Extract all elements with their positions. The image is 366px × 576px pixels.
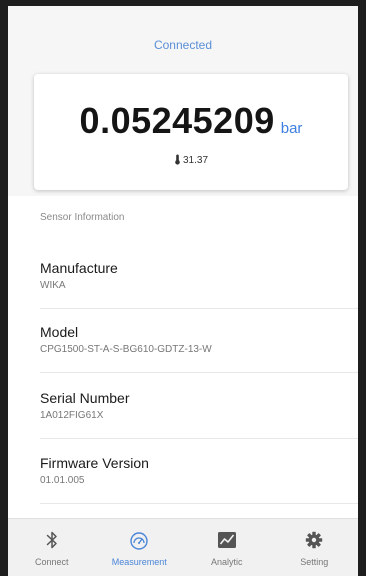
gauge-icon — [130, 532, 148, 550]
nav-label: Setting — [300, 557, 329, 567]
reading-display: 0.05245209 bar — [34, 100, 348, 142]
connection-status: Connected — [153, 38, 213, 52]
temperature-value: 31.37 — [182, 155, 209, 166]
info-row-firmware-version: Firmware Version 01.01.005 — [40, 441, 358, 504]
info-label: Model — [40, 324, 79, 340]
nav-label: Analytic — [210, 557, 243, 567]
info-label: Firmware Version — [40, 455, 149, 471]
info-value: 1A012FIG61X — [40, 410, 104, 421]
info-row-serial-number: Serial Number 1A012FIG61X — [40, 376, 358, 439]
bottom-navigation: Connect Measurement Analytic Setting — [8, 518, 358, 576]
nav-item-connect[interactable]: Connect — [8, 519, 96, 576]
chart-icon — [217, 532, 236, 548]
info-row-model: Model CPG1500-ST-A-S-BG610-GDTZ-13-W — [40, 310, 358, 373]
info-value: 01.01.005 — [40, 475, 85, 486]
measurement-card: 0.05245209 bar 31.37 — [34, 74, 348, 190]
temperature-display: 31.37 — [34, 154, 348, 166]
gear-icon — [306, 531, 323, 549]
thermometer-icon — [175, 154, 180, 165]
nav-item-setting[interactable]: Setting — [271, 519, 359, 576]
info-value: CPG1500-ST-A-S-BG610-GDTZ-13-W — [40, 344, 212, 355]
pressure-unit: bar — [280, 120, 303, 137]
sensor-information: Sensor Information Manufacture WIKA Mode… — [8, 196, 358, 526]
nav-item-analytic[interactable]: Analytic — [183, 519, 271, 576]
nav-item-measurement[interactable]: Measurement — [96, 519, 184, 576]
app-screen: Connected 0.05245209 bar 31.37 Sensor Inf… — [8, 6, 358, 576]
section-title: Sensor Information — [40, 212, 125, 223]
info-value: WIKA — [40, 280, 66, 291]
info-label: Serial Number — [40, 390, 130, 406]
bluetooth-icon — [46, 531, 57, 549]
info-label: Manufacture — [40, 260, 118, 276]
nav-label: Measurement — [111, 557, 167, 567]
info-row-manufacture: Manufacture WIKA — [40, 246, 358, 309]
pressure-value: 0.05245209 — [79, 100, 275, 141]
nav-label: Connect — [34, 557, 69, 567]
